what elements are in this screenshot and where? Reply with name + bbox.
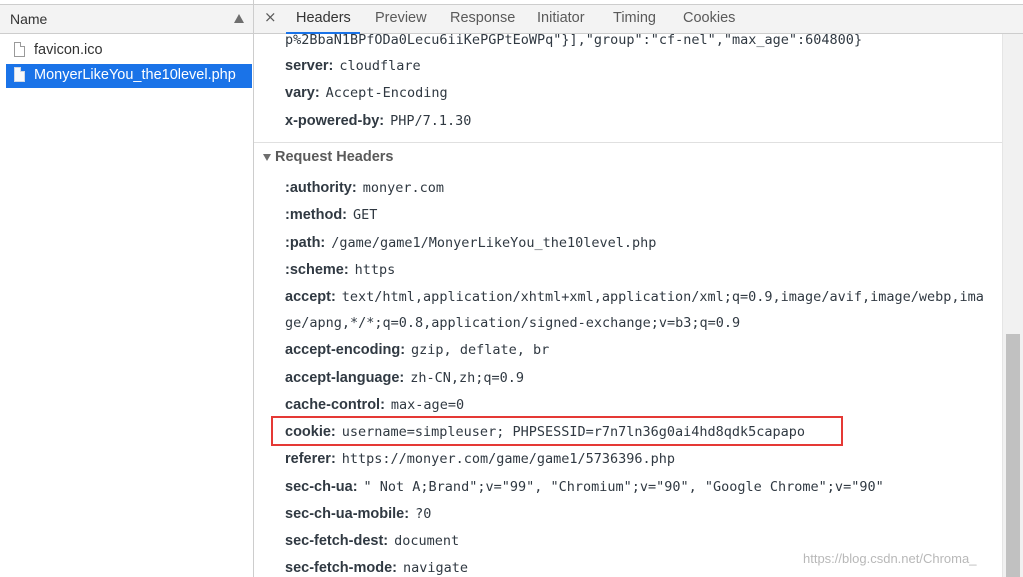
header-name: vary: (285, 85, 320, 101)
tab-initiator[interactable]: Initiator (537, 10, 585, 26)
header-value: monyer.com (362, 180, 444, 196)
header-name: accept-encoding: (285, 342, 406, 358)
tab-response[interactable]: Response (450, 10, 515, 26)
name-column-header[interactable]: Name (10, 11, 47, 27)
request-list-header[interactable]: Name (0, 4, 253, 34)
truncated-header-value: p%2BbaN1BPfODa0Lecu6iiKePGPtEoWPq"}],"gr… (285, 34, 863, 48)
request-header-row: :path: /game/game1/MonyerLikeYou_the10lev… (285, 235, 656, 251)
request-list-panel: Name favicon.ico MonyerLikeYou_the10leve… (0, 0, 254, 577)
request-header-row: accept: text/html,application/xhtml+xml,a… (285, 289, 984, 305)
request-header-row: sec-fetch-dest: document (285, 533, 459, 549)
header-name: sec-fetch-mode: (285, 560, 397, 576)
scrollbar-thumb[interactable] (1006, 334, 1020, 577)
header-value: https://monyer.com/game/game1/5736396.ph… (341, 451, 676, 467)
header-value: navigate (403, 560, 469, 576)
header-value: ?0 (415, 506, 432, 522)
header-name: :method: (285, 207, 348, 223)
tab-cookies[interactable]: Cookies (683, 10, 735, 26)
request-header-row: :method: GET (285, 207, 377, 223)
request-name: favicon.ico (34, 42, 103, 58)
request-header-row: accept-encoding: gzip, deflate, br (285, 342, 549, 358)
watermark-text: https://blog.csdn.net/Chroma_ (803, 551, 977, 566)
header-value: /game/game1/MonyerLikeYou_the10level.php (331, 235, 657, 251)
tab-timing[interactable]: Timing (613, 10, 656, 26)
request-row-favicon[interactable]: favicon.ico (6, 39, 252, 63)
request-header-row: sec-ch-ua: " Not A;Brand";v="99", "Chromi… (285, 479, 884, 495)
header-name: :authority: (285, 180, 357, 196)
request-header-row: accept-language: zh-CN,zh;q=0.9 (285, 370, 524, 386)
vertical-scrollbar[interactable] (1002, 34, 1023, 577)
response-header-row: server: cloudflare (285, 58, 421, 74)
tab-preview[interactable]: Preview (375, 10, 427, 26)
headers-content: p%2BbaN1BPfODa0Lecu6iiKePGPtEoWPq"}],"gr… (254, 34, 1002, 577)
details-tabbar: × Headers Preview Response Initiator Tim… (254, 4, 1023, 34)
document-icon (14, 67, 25, 82)
header-name: referer: (285, 451, 336, 467)
header-value: PHP/7.1.30 (390, 113, 472, 129)
header-name: accept-language: (285, 370, 405, 386)
header-value-continuation: ge/apng,*/*;q=0.8,application/signed-exc… (285, 315, 741, 331)
request-header-row: referer: https://monyer.com/game/game1/57… (285, 451, 675, 467)
header-name: x-powered-by: (285, 113, 385, 129)
header-name: sec-ch-ua: (285, 479, 358, 495)
header-value: GET (353, 207, 378, 223)
tab-headers[interactable]: Headers (296, 10, 351, 26)
header-value: text/html,application/xhtml+xml,applicat… (341, 289, 984, 305)
response-header-row: x-powered-by: PHP/7.1.30 (285, 113, 471, 129)
header-value: cloudflare (339, 58, 421, 74)
collapse-triangle-icon[interactable] (263, 154, 271, 161)
header-name: server: (285, 58, 334, 74)
section-divider (254, 142, 1002, 143)
request-header-row: :scheme: https (285, 262, 395, 278)
request-header-row: sec-fetch-mode: navigate (285, 560, 468, 576)
request-headers-title[interactable]: Request Headers (275, 149, 393, 165)
header-name: cache-control: (285, 397, 385, 413)
header-value: gzip, deflate, br (411, 342, 550, 358)
header-value: Accept-Encoding (325, 85, 448, 101)
request-header-row: sec-ch-ua-mobile: ?0 (285, 506, 431, 522)
request-name: MonyerLikeYou_the10level.php (34, 67, 236, 83)
header-value: " Not A;Brand";v="99", "Chromium";v="90"… (363, 479, 884, 495)
header-value: zh-CN,zh;q=0.9 (410, 370, 525, 386)
request-row-selected[interactable]: MonyerLikeYou_the10level.php (6, 64, 252, 88)
header-name: :path: (285, 235, 326, 251)
response-header-row: vary: Accept-Encoding (285, 85, 448, 101)
header-name: :scheme: (285, 262, 349, 278)
document-icon (14, 42, 25, 57)
close-icon[interactable]: × (264, 8, 277, 26)
header-name: accept: (285, 289, 336, 305)
header-value: https (354, 262, 396, 278)
sort-ascending-icon[interactable] (234, 14, 244, 23)
header-value: max-age=0 (390, 397, 465, 413)
header-name: sec-ch-ua-mobile: (285, 506, 410, 522)
header-name: sec-fetch-dest: (285, 533, 389, 549)
request-header-row: :authority: monyer.com (285, 180, 444, 196)
request-header-row: cache-control: max-age=0 (285, 397, 464, 413)
header-value: document (394, 533, 460, 549)
cookie-highlight-box (271, 416, 843, 446)
